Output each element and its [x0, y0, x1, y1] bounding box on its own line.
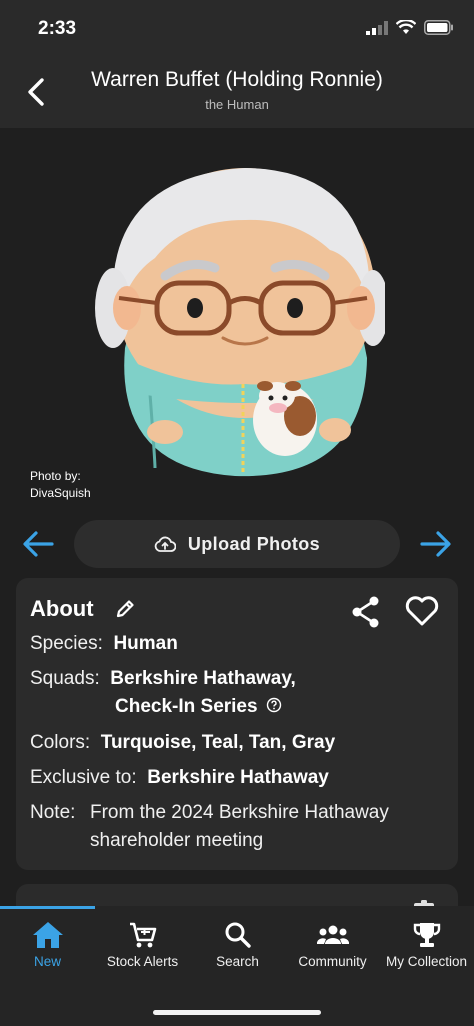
tab-my-collection[interactable]: My Collection	[379, 912, 474, 982]
exclusive-row: Exclusive to: Berkshire Hathaway	[30, 764, 329, 792]
about-title: About	[30, 596, 94, 621]
tab-stock-alerts[interactable]: Stock Alerts	[95, 912, 190, 982]
wifi-icon	[396, 20, 416, 34]
home-indicator	[153, 1010, 321, 1015]
home-icon	[32, 922, 63, 948]
status-icons	[366, 20, 454, 35]
active-tab-indicator	[0, 906, 95, 909]
help-circle-icon[interactable]	[266, 697, 282, 713]
tab-new[interactable]: New	[0, 912, 95, 982]
battery-icon	[424, 20, 453, 35]
exclusive-value: Berkshire Hathaway	[147, 767, 329, 788]
squads-label: Squads:	[30, 668, 100, 689]
note-line1: From the 2024 Berkshire Hathaway	[90, 802, 389, 823]
trophy-icon	[413, 923, 440, 947]
signal-icon	[366, 20, 388, 35]
tab-community[interactable]: Community	[285, 912, 380, 982]
squads-row: Squads: Berkshire Hathaway,	[30, 665, 296, 693]
photo-navigation: Upload Photos	[0, 520, 474, 568]
note-label: Note:	[30, 802, 76, 823]
note-line2: shareholder meeting	[90, 830, 264, 851]
note-row: Note:	[30, 799, 75, 827]
community-icon	[316, 925, 349, 944]
status-bar: 2:33	[0, 0, 474, 60]
prev-photo-arrow-icon[interactable]	[20, 526, 56, 562]
colors-label: Colors:	[30, 732, 91, 753]
cart-icon	[129, 922, 156, 948]
header: Warren Buffet (Holding Ronnie) the Human	[0, 60, 474, 128]
edit-pencil-icon[interactable]	[114, 598, 136, 620]
page-subtitle: the Human	[205, 97, 269, 112]
photo-area: Photo by: DivaSquish	[0, 128, 474, 512]
search-icon	[225, 922, 251, 948]
squads-value-line1[interactable]: Berkshire Hathaway,	[110, 668, 296, 689]
photo-credit: Photo by: DivaSquish	[30, 468, 91, 502]
about-card: About Species: Human Squads: Berkshire H…	[16, 578, 458, 870]
tab-community-label: Community	[298, 954, 367, 969]
colors-row: Colors: Turquoise, Teal, Tan, Gray	[30, 729, 335, 757]
back-arrow-icon[interactable]	[20, 74, 56, 110]
tab-new-label: New	[33, 954, 61, 969]
tab-stock-alerts-label: Stock Alerts	[106, 954, 179, 969]
note-value: From the 2024 Berkshire Hathaway shareho…	[90, 799, 389, 855]
photo-credit-name: DivaSquish	[30, 486, 91, 500]
colors-value: Turquoise, Teal, Tan, Gray	[100, 732, 336, 753]
tab-my-collection-label: My Collection	[385, 954, 468, 969]
status-time: 2:33	[38, 18, 77, 39]
exclusive-label: Exclusive to:	[30, 767, 137, 788]
tab-search-label: Search	[216, 954, 259, 969]
squads-value-line2[interactable]: Check-In Series	[115, 696, 258, 717]
share-icon[interactable]	[350, 595, 382, 629]
squads-row-continued: Check-In Series	[115, 693, 282, 721]
species-value: Human	[113, 633, 178, 654]
cloud-upload-icon	[154, 536, 176, 552]
next-photo-arrow-icon[interactable]	[418, 526, 454, 562]
upload-photos-button[interactable]: Upload Photos	[74, 520, 400, 568]
species-row: Species: Human	[30, 630, 178, 658]
plush-photo[interactable]	[95, 158, 385, 488]
page-title: Warren Buffet (Holding Ronnie)	[91, 68, 383, 91]
tab-search[interactable]: Search	[190, 912, 285, 982]
species-label: Species:	[30, 633, 103, 654]
heart-icon[interactable]	[404, 595, 440, 627]
upload-photos-label: Upload Photos	[187, 533, 321, 554]
photo-credit-label: Photo by:	[30, 469, 81, 483]
